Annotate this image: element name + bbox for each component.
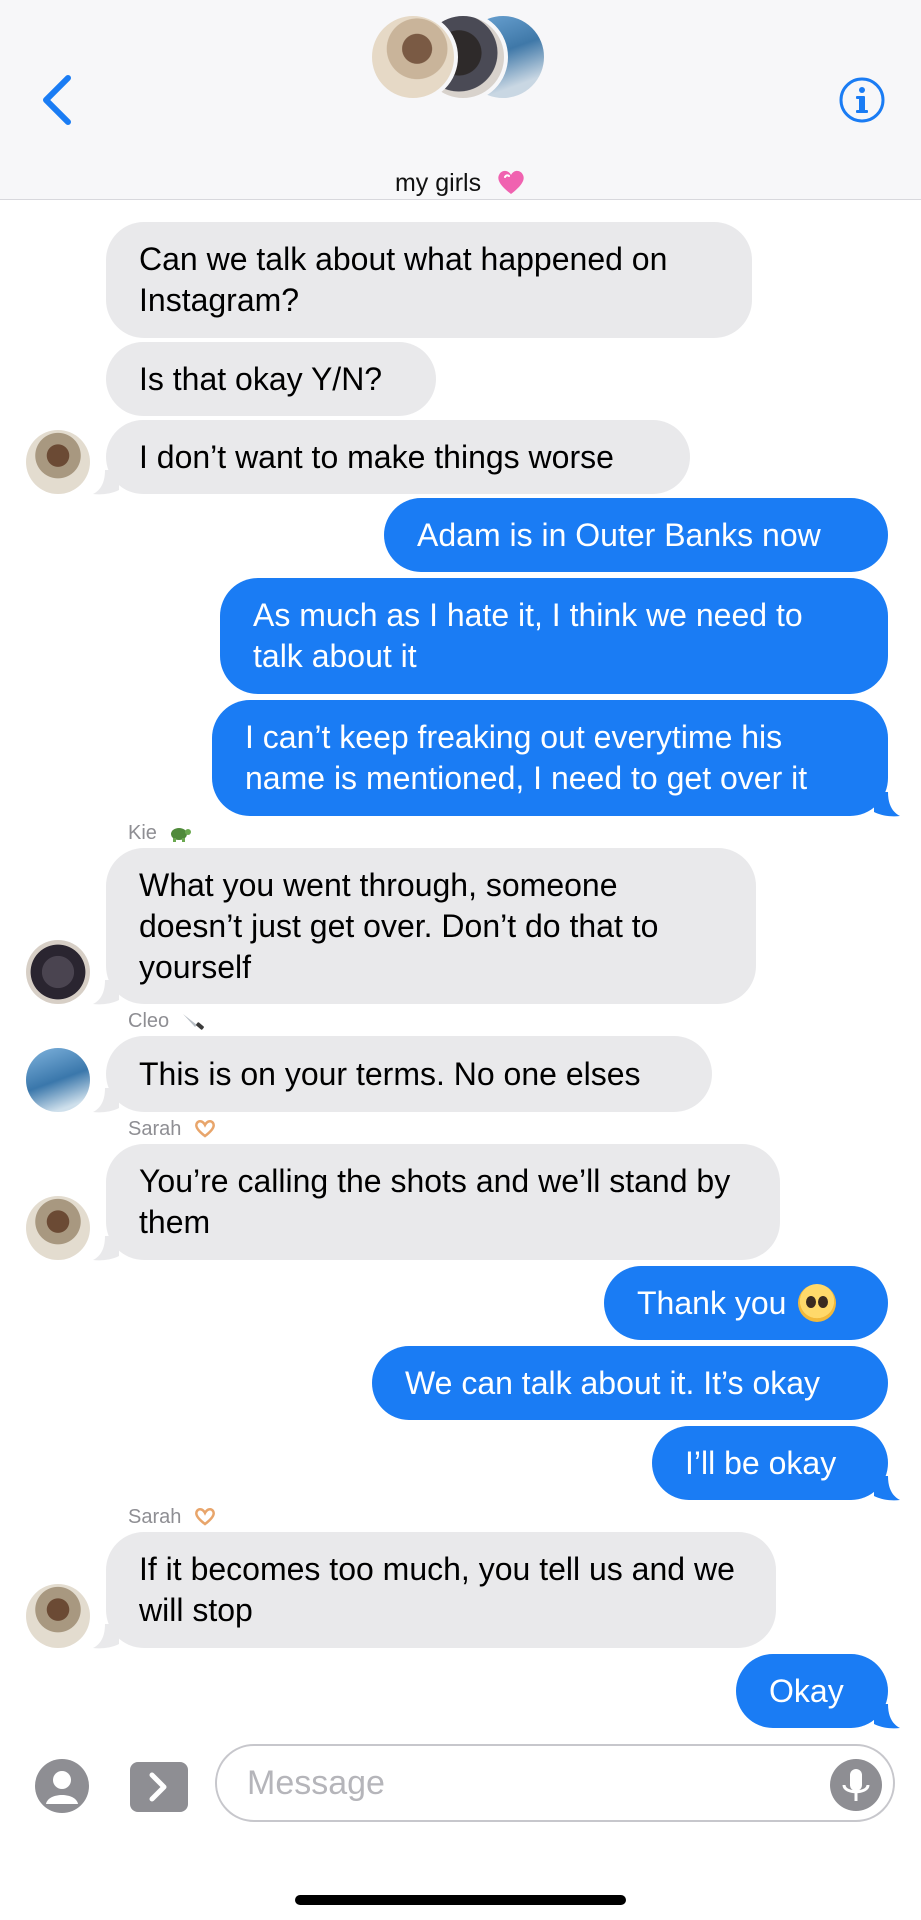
back-button[interactable] [38,72,78,128]
message-bubble[interactable]: This is on your terms. No one elses [106,1036,712,1112]
message-text: Adam is in Outer Banks now [417,516,821,553]
message-bubble[interactable]: Adam is in Outer Banks now [384,498,888,572]
message-bubble[interactable]: You’re calling the shots and we’ll stand… [106,1144,780,1260]
bubble-tail [874,1476,900,1501]
sender-name: Cleo [128,1010,205,1033]
bubble-tail [93,470,119,495]
message-bubble[interactable]: What you went through, someone doesn’t j… [106,848,756,1004]
message-bubble[interactable]: Thank you [604,1266,888,1340]
message-bubble[interactable]: Can we talk about what happened on Insta… [106,222,752,338]
message-text: I don’t want to make things worse [139,438,614,475]
message-bubble[interactable]: If it becomes too much, you tell us and … [106,1532,776,1648]
home-indicator[interactable] [295,1895,626,1905]
message-bubble[interactable]: Is that okay Y/N? [106,342,436,416]
sender-name: Kie [128,822,192,845]
pleading-face-icon [798,1284,837,1322]
heart-hands-icon [194,1508,215,1526]
bubble-tail [874,1704,900,1729]
microphone-icon [830,1759,882,1811]
group-name[interactable]: my girls [0,168,921,198]
info-button[interactable] [838,76,886,124]
heart-hands-icon [194,1120,215,1138]
message-bubble[interactable]: I don’t want to make things worse [106,420,690,494]
message-text: This is on your terms. No one elses [139,1055,641,1092]
avatar[interactable] [26,1196,90,1260]
camera-icon [35,1759,89,1813]
avatar[interactable] [26,1584,90,1648]
avatar [368,12,458,102]
bubble-tail [93,1236,119,1261]
bubble-tail [93,1088,119,1113]
message-text: We can talk about it. It’s okay [405,1364,821,1401]
group-name-label: my girls [394,169,482,197]
chevron-right-icon [130,1762,188,1812]
avatar[interactable] [26,940,90,1004]
camera-button[interactable] [34,1758,90,1814]
message-text: Can we talk about what happened on Insta… [139,241,668,318]
bubble-tail [93,1624,119,1649]
message-text: Is that okay Y/N? [139,360,383,397]
message-text: I’ll be okay [685,1444,837,1481]
conversation-header: my girls [0,0,921,200]
knife-icon [182,1014,204,1030]
message-bubble[interactable]: As much as I hate it, I think we need to… [220,578,888,694]
info-icon [839,77,885,123]
apps-button[interactable] [128,1760,190,1814]
message-placeholder: Message [247,1764,385,1802]
avatar[interactable] [26,430,90,494]
message-text: You’re calling the shots and we’ll stand… [139,1163,731,1240]
message-list: Can we talk about what happened on Insta… [0,200,921,1740]
sender-name: Sarah [128,1118,217,1141]
turtle-icon [171,828,192,842]
message-text: I can’t keep freaking out everytime his … [245,719,808,796]
message-bubble[interactable]: I’ll be okay [652,1426,888,1500]
bubble-tail [874,792,900,817]
avatar[interactable] [26,1048,90,1112]
message-input[interactable]: Message [215,1744,895,1822]
group-avatar-stack[interactable] [368,12,548,102]
sender-name: Sarah [128,1506,217,1529]
message-text: As much as I hate it, I think we need to… [253,597,803,674]
message-text: If it becomes too much, you tell us and … [139,1551,735,1628]
message-bubble[interactable]: Okay [736,1654,888,1728]
heart-icon [498,170,524,194]
message-text: Okay [769,1672,844,1709]
message-text: Thank you [637,1284,787,1321]
bubble-tail [93,980,119,1005]
message-bubble[interactable]: We can talk about it. It’s okay [372,1346,888,1420]
message-text: What you went through, someone doesn’t j… [139,866,659,985]
microphone-button[interactable] [829,1758,883,1812]
message-bubble[interactable]: I can’t keep freaking out everytime his … [212,700,888,816]
message-composer: Message [0,1740,921,1920]
chevron-left-icon [43,75,71,125]
